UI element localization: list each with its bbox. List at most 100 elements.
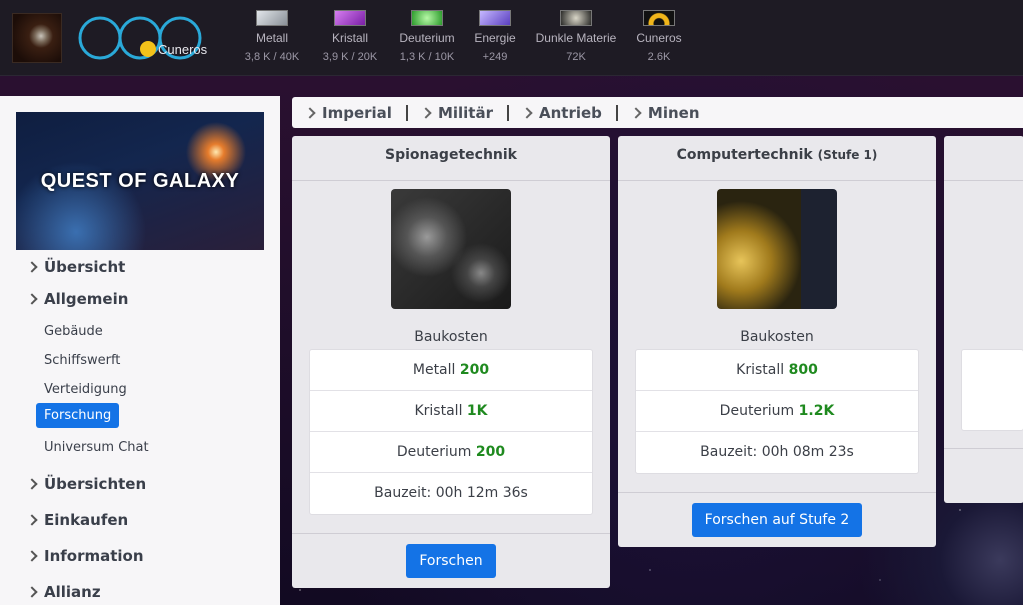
cost-row: Kristall 800 [636,350,918,391]
card-footer [944,448,1023,449]
card-title-text: Spionagetechnik [385,147,517,163]
resource-crystal: Kristall 3,9 K / 20K [311,10,389,68]
resource-name: Energie [474,31,516,45]
resource-value: 3,9 K / 20K [322,51,378,63]
chevron-right-icon [26,261,38,273]
tab-minen[interactable]: Minen [630,103,700,122]
chevron-right-icon [26,514,38,526]
research-button[interactable]: Forschen [406,544,496,578]
tab-militaer[interactable]: Militär [420,103,493,122]
card-title: Computertechnik (Stufe 1) [618,136,936,181]
tab-imperial[interactable]: Imperial [304,103,392,122]
research-category-tabs: Imperial Militär Antrieb Minen [292,97,1023,128]
sidebar-section-einkaufen[interactable]: Einkaufen [26,511,129,529]
sidebar: QUEST OF GALAXY Übersicht Allgemein Gebä… [0,96,280,605]
sidebar-item-forschung[interactable]: Forschung [36,403,120,428]
chevron-right-icon [26,293,38,305]
build-time: Bauzeit: 00h 08m 23s [700,444,854,460]
research-card-partial [944,136,1023,503]
cost-list: Metall 200 Kristall 1K Deuterium 200 Bau… [309,349,593,515]
sidebar-item-verteidigung[interactable]: Verteidigung [36,377,135,402]
energy-icon [479,10,511,26]
tab-label: Imperial [322,103,392,122]
chevron-right-icon [521,106,533,119]
research-level-button[interactable]: Forschen auf Stufe 2 [691,503,863,537]
research-card-computertechnik: Computertechnik (Stufe 1) Baukosten Kris… [618,136,936,547]
tab-divider [506,104,509,121]
crystal-icon [334,10,366,26]
sidebar-section-allianz[interactable]: Allianz [26,583,101,601]
sidebar-section-label: Allgemein [44,290,129,308]
sidebar-section-label: Übersicht [44,258,126,276]
card-footer: Forschen [292,533,610,588]
chevron-right-icon [26,550,38,562]
cost-amount: 800 [788,362,818,378]
research-image[interactable] [391,189,511,309]
sidebar-item-gebaeude[interactable]: Gebäude [36,319,111,344]
resource-energy: Energie +249 [456,10,534,68]
resource-value: 72K [566,51,586,63]
resource-name: Kristall [331,31,368,45]
research-image[interactable] [717,189,837,309]
dark-matter-icon [560,10,592,26]
resource-name: Cuneros [636,31,682,45]
tab-antrieb[interactable]: Antrieb [521,103,602,122]
cost-amount: 1K [466,403,488,419]
cost-label: Baukosten [740,329,814,345]
metal-icon [256,10,288,26]
cost-name: Deuterium [719,403,795,419]
game-banner[interactable]: QUEST OF GALAXY [16,112,264,250]
cost-name: Metall [412,362,456,378]
banner-title: QUEST OF GALAXY [40,170,240,192]
sidebar-item-universum-chat[interactable]: Universum Chat [36,435,157,460]
planet-avatar[interactable] [12,13,62,63]
resource-value: 3,8 K / 40K [244,51,300,63]
sidebar-section-information[interactable]: Information [26,547,144,565]
card-title: Spionagetechnik [292,136,610,181]
deuterium-icon [411,10,443,26]
card-footer: Forschen auf Stufe 2 [618,492,936,547]
top-bar: Cuneros Metall 3,8 K / 40K Kristall 3,9 … [0,0,1023,76]
research-card-spionagetechnik: Spionagetechnik Baukosten Metall 200 Kri… [292,136,610,588]
cost-amount: 200 [459,362,490,378]
resource-value: 2.6K [647,51,671,63]
cost-name: Deuterium [396,444,472,460]
cost-name: Kristall [736,362,785,378]
chevron-right-icon [420,106,432,119]
cost-list [961,349,1023,431]
game-logo[interactable]: Cuneros [78,12,218,64]
sidebar-item-schiffswerft[interactable]: Schiffswerft [36,348,128,373]
chevron-right-icon [26,586,38,598]
resource-name: Deuterium [399,31,455,45]
cost-list: Kristall 800 Deuterium 1.2K Bauzeit: 00h… [635,349,919,474]
cuneros-icon [643,10,675,26]
cost-row: Metall 200 [310,350,592,391]
sidebar-section-label: Einkaufen [44,511,129,529]
tab-label: Antrieb [538,103,602,122]
resource-cuneros: Cuneros 2.6K [620,10,698,68]
chevron-right-icon [630,106,642,119]
cost-amount: 200 [475,444,506,460]
tab-divider [405,104,408,121]
cost-row: Deuterium 1.2K [636,391,918,432]
resource-name: Metall [255,31,288,45]
resource-deuterium: Deuterium 1,3 K / 10K [388,10,466,68]
tab-label: Minen [647,103,700,122]
sidebar-section-label: Information [44,547,144,565]
sidebar-section-uebersicht[interactable]: Übersicht [26,258,126,276]
cost-name: Kristall [414,403,463,419]
sidebar-section-allgemein[interactable]: Allgemein [26,290,129,308]
resource-dark-matter: Dunkle Materie 72K [528,10,624,68]
resource-name: Dunkle Materie [535,31,617,45]
resource-value: +249 [482,51,508,63]
sidebar-section-uebersichten[interactable]: Übersichten [26,475,147,493]
card-title-text: Computertechnik [676,147,813,163]
cost-amount: 1.2K [798,403,835,419]
tab-divider [615,104,618,121]
cost-row: Kristall 1K [310,391,592,432]
tab-label: Militär [437,103,493,122]
build-time: Bauzeit: 00h 12m 36s [374,485,528,501]
sidebar-section-label: Übersichten [44,475,147,493]
card-level: (Stufe 1) [817,148,878,162]
chevron-right-icon [304,106,316,119]
